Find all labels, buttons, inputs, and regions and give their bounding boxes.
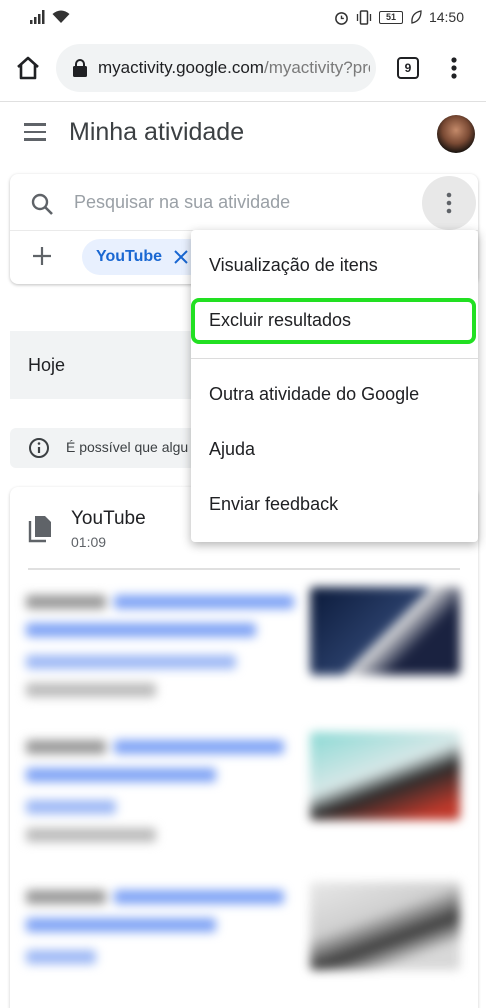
divider (28, 568, 460, 570)
search-input[interactable]: Pesquisar na sua atividade (74, 192, 290, 213)
info-icon (29, 438, 49, 458)
close-icon[interactable] (174, 250, 188, 264)
status-bar: 51 14:50 (0, 0, 486, 36)
menu-item-label: Ajuda (209, 439, 256, 459)
menu-item-other-google-activity[interactable]: Outra atividade do Google (191, 371, 478, 419)
wifi-icon (52, 10, 70, 23)
menu-item-label: Enviar feedback (209, 494, 339, 514)
activity-card-time: 01:09 (71, 534, 107, 550)
documents-icon (28, 516, 51, 543)
menu-item-label: Outra atividade do Google (209, 384, 420, 404)
activity-card: YouTube 01:09 (10, 487, 478, 1008)
more-options-button[interactable] (422, 176, 476, 230)
page-title: Minha atividade (69, 118, 245, 146)
browser-menu-icon[interactable] (446, 54, 462, 82)
alarm-icon (335, 11, 348, 25)
add-filter-icon[interactable] (32, 246, 52, 266)
more-vert-icon (446, 192, 452, 214)
browser-toolbar: myactivity.google.com/myactivity?pro 9 (0, 36, 486, 102)
list-item[interactable] (10, 882, 478, 1002)
filter-chip-label: YouTube (96, 248, 163, 265)
home-icon[interactable] (12, 52, 44, 84)
clock-time: 14:50 (428, 9, 464, 25)
url-path: /myactivity?pro (263, 58, 370, 77)
leaf-icon (411, 10, 422, 24)
tab-switcher-button[interactable]: 9 (397, 57, 419, 79)
list-item[interactable] (10, 587, 478, 707)
address-bar[interactable]: myactivity.google.com/myactivity?pro (56, 44, 376, 92)
avatar[interactable] (437, 115, 475, 153)
activity-card-title: YouTube (71, 508, 146, 529)
search-icon[interactable] (30, 192, 54, 216)
menu-item-help[interactable]: Ajuda (191, 426, 478, 474)
hamburger-menu-icon[interactable] (24, 123, 48, 143)
vibrate-icon (356, 9, 372, 25)
highlight-box (191, 298, 476, 344)
url-host: myactivity.google.com (98, 58, 264, 77)
signal-icon (30, 10, 45, 24)
overflow-menu: Visualização de itens Excluir resultados… (191, 230, 478, 542)
app-header: Minha atividade (0, 103, 486, 165)
battery-icon: 51 (378, 10, 403, 24)
info-text: É possível que algu (66, 439, 189, 455)
lock-icon (73, 59, 87, 77)
list-item[interactable] (10, 732, 478, 852)
date-label: Hoje (28, 355, 66, 375)
menu-divider (191, 358, 478, 359)
menu-item-label: Visualização de itens (209, 255, 378, 275)
menu-item-item-view[interactable]: Visualização de itens (191, 242, 478, 290)
url-text: myactivity.google.com/myactivity?pro (98, 58, 370, 78)
menu-item-send-feedback[interactable]: Enviar feedback (191, 481, 478, 529)
